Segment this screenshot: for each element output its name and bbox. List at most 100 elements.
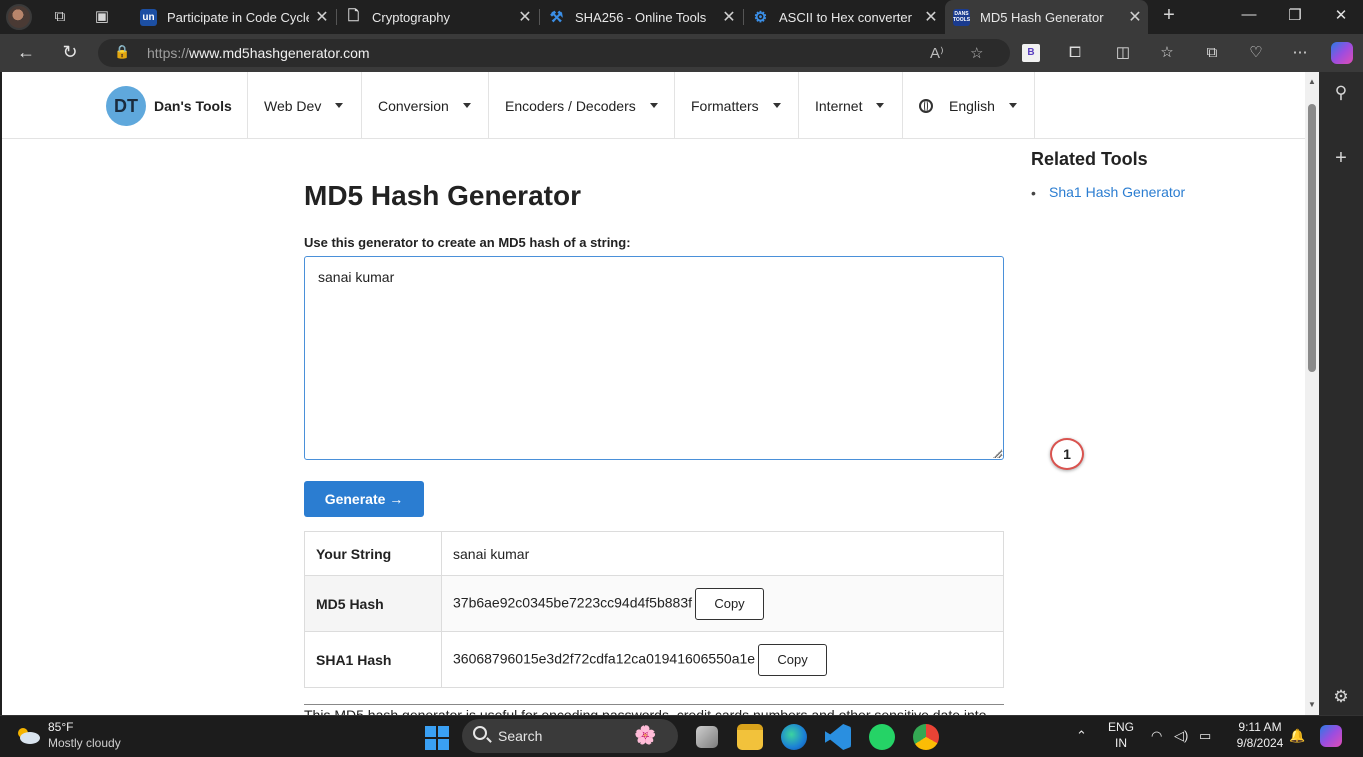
weather-temp[interactable]: 85°F [48,720,73,734]
edge-sidebar: ⚲ + ⚙ [1319,72,1363,715]
clock-date[interactable]: 9/8/2024 [1228,736,1292,750]
collections-icon[interactable]: ⧉ [1202,43,1222,63]
nav-encoders-decoders[interactable]: Encoders / Decoders [488,72,674,139]
tab-label: Participate in Code Cycle & [167,9,309,25]
md5-label: MD5 Hash [304,575,442,632]
wifi-icon[interactable]: ◠ [1151,728,1162,744]
lang-bottom[interactable]: IN [1106,736,1136,750]
split-screen-icon[interactable]: ◫ [1113,43,1133,63]
site-logo-text[interactable]: Dan's Tools [154,98,232,114]
window-close-icon[interactable]: ✕ [1326,6,1356,24]
sidebar-add-icon[interactable]: + [1331,147,1351,170]
nav-label: Formatters [691,97,759,114]
task-view-icon[interactable] [696,726,718,748]
close-tab-icon[interactable]: ✕ [918,7,944,27]
nav-label: Web Dev [264,97,322,114]
read-aloud-icon[interactable]: A⁾ [930,44,944,62]
description-text: This MD5 hash generator is useful for en… [304,707,987,715]
cloud-sun-icon[interactable] [14,725,42,745]
scroll-thumb[interactable] [1308,104,1316,372]
nav-language[interactable]: English [902,72,1035,139]
resize-handle-icon[interactable] [992,448,1002,458]
battery-icon[interactable]: ▭ [1199,728,1211,744]
tab-label: MD5 Hash Generator [980,9,1104,25]
sidebar-search-icon[interactable]: ⚲ [1331,83,1351,103]
site-logo-badge[interactable]: DT [106,86,146,126]
windows-start-icon[interactable] [425,726,449,750]
tab-sha256[interactable]: ⚒ SHA256 - Online Tools ✕ [540,0,742,34]
restore-icon[interactable]: ❐ [1280,6,1310,24]
workspaces-icon[interactable]: ⧉ [49,7,71,27]
favorites-icon[interactable]: ☆ [1157,43,1177,63]
scroll-down-icon[interactable]: ▼ [1308,700,1316,709]
notification-bell-icon[interactable]: 🔔 [1289,728,1305,744]
favorite-star-icon[interactable]: ☆ [970,44,983,62]
generate-button[interactable]: Generate → [304,481,424,517]
nav-internet[interactable]: Internet [798,72,902,139]
page-viewport: DT Dan's Tools Web Dev Conversion Encode… [2,72,1305,715]
document-icon: 🗋 [347,7,360,23]
whatsapp-icon[interactable] [869,724,895,750]
tab-cryptography[interactable]: 🗋 Cryptography ✕ [337,0,538,34]
page-scrollbar[interactable]: ▲ ▼ [1305,72,1319,715]
tab-actions-icon[interactable]: ▣ [91,7,113,27]
more-menu-icon[interactable]: ⋯ [1290,43,1310,63]
tab-md5-active[interactable]: DANS TOOLS MD5 Hash Generator ✕ [945,0,1148,34]
scroll-up-icon[interactable]: ▲ [1308,77,1316,86]
weather-desc[interactable]: Mostly cloudy [48,736,121,750]
nav-formatters[interactable]: Formatters [674,72,798,139]
close-tab-icon[interactable]: ✕ [1122,7,1148,27]
clock-time[interactable]: 9:11 AM [1228,720,1292,734]
url-text[interactable]: https://www.md5hashgenerator.com [147,45,370,61]
edge-browser-icon[interactable] [781,724,807,750]
sha1-label: SHA1 Hash [304,631,442,688]
nav-label: Conversion [378,97,449,114]
table-row: Your String sanai kumar [304,531,1004,576]
profile-avatar[interactable] [6,4,32,30]
sidebar-settings-icon[interactable]: ⚙ [1331,687,1351,707]
new-tab-icon[interactable]: + [1158,5,1180,25]
chevron-down-icon [335,103,344,108]
overlay-number-badge[interactable]: 1 [1050,438,1084,470]
string-label: Your String [304,531,442,576]
url-host: www.md5hashgenerator.com [189,45,370,61]
tray-overflow-icon[interactable]: ⌃ [1076,728,1087,744]
nav-web-dev[interactable]: Web Dev [247,72,361,139]
chrome-icon[interactable] [913,724,939,750]
browser-tab-bar: ⧉ ▣ un Participate in Code Cycle & ✕ 🗋 C… [0,0,1363,34]
file-explorer-icon[interactable] [737,724,763,750]
results-table: Your String sanai kumar MD5 Hash 37b6ae9… [304,531,1004,688]
bullet-icon: • [1031,185,1036,201]
taskbar-search[interactable]: Search 🌸 [462,719,678,753]
divider [304,704,1004,705]
vscode-icon[interactable] [825,724,851,750]
nav-label: Internet [815,97,863,114]
tab-ascii-hex[interactable]: ⚙ ASCII to Hex converter ✕ [744,0,944,34]
copy-md5-button[interactable]: Copy [695,587,765,620]
address-bar[interactable]: 🔒 https://www.md5hashgenerator.com A⁾ ☆ [98,39,1010,67]
lang-top[interactable]: ENG [1106,720,1136,734]
tab-code-cycle[interactable]: un Participate in Code Cycle & ✕ [132,0,335,34]
volume-icon[interactable]: ◁) [1174,728,1188,744]
performance-icon[interactable]: ♡ [1246,43,1266,63]
close-tab-icon[interactable]: ✕ [512,7,538,27]
refresh-icon[interactable]: ↻ [57,42,83,63]
copilot-taskbar-icon[interactable] [1320,725,1342,747]
minimize-icon[interactable]: — [1234,6,1264,23]
nav-conversion[interactable]: Conversion [361,72,488,139]
tools-icon: ⚒ [549,9,564,26]
related-link-sha1[interactable]: Sha1 Hash Generator [1049,184,1185,200]
back-icon[interactable]: ← [13,42,39,63]
copy-sha1-button[interactable]: Copy [758,643,828,676]
chevron-down-icon [1008,103,1017,108]
close-tab-icon[interactable]: ✕ [716,7,742,27]
search-icon [473,726,487,740]
page-title: MD5 Hash Generator [304,180,581,211]
dans-tools-icon: DANS TOOLS [953,8,970,26]
close-tab-icon[interactable]: ✕ [309,7,335,27]
lock-icon[interactable]: 🔒 [114,44,130,60]
bootstrap-extension-icon[interactable]: B [1022,44,1040,62]
extensions-icon[interactable]: ⧠ [1065,43,1085,63]
copilot-icon[interactable] [1331,42,1353,64]
string-input[interactable] [304,256,1004,460]
